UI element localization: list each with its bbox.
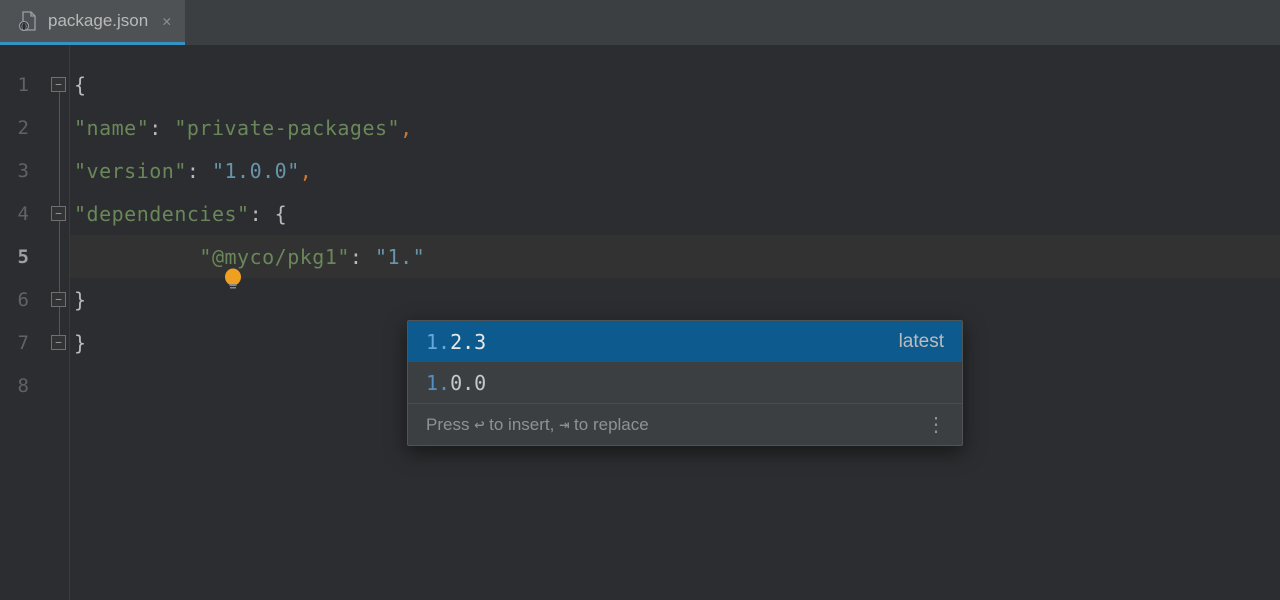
fold-toggle-icon[interactable]: − [51,206,66,221]
more-options-icon[interactable]: ⋮ [926,412,944,437]
code-line[interactable]: } [70,278,1280,321]
line-number[interactable]: 3 [0,149,47,192]
line-number[interactable]: 8 [0,364,47,407]
enter-key-icon: ↩ [474,415,484,435]
autocomplete-item[interactable]: 1.2.3 latest [408,321,962,362]
code-line[interactable]: "version": "1.0.0", [70,149,1280,192]
lightbulb-icon[interactable] [122,243,144,271]
line-number[interactable]: 2 [0,106,47,149]
code-line[interactable]: "dependencies": { [70,192,1280,235]
fold-toggle-icon[interactable]: − [51,77,66,92]
tab-bar: {} package.json ✕ [0,0,1280,45]
tab-package-json[interactable]: {} package.json ✕ [0,0,185,45]
code-line[interactable]: "name": "private-packages", [70,106,1280,149]
fold-toggle-icon[interactable]: − [51,292,66,307]
fold-toggle-icon[interactable]: − [51,335,66,350]
fold-gutter: − − − − [48,45,70,600]
editor-area: 1 2 3 4 5 6 7 8 − − − − { "name": "p [0,45,1280,600]
line-number-gutter: 1 2 3 4 5 6 7 8 [0,45,48,600]
svg-text:{}: {} [20,23,28,31]
code-line[interactable]: { [70,63,1280,106]
line-number[interactable]: 1 [0,63,47,106]
autocomplete-hint: Press ↩ to insert, ⇥ to replace ⋮ [408,403,962,445]
line-number[interactable]: 4 [0,192,47,235]
tab-label: package.json [48,11,148,31]
tab-key-icon: ⇥ [559,415,569,435]
close-icon[interactable]: ✕ [162,12,171,30]
line-number[interactable]: 5 [0,235,47,278]
json-file-icon: {} [18,11,38,31]
line-number[interactable]: 7 [0,321,47,364]
line-number[interactable]: 6 [0,278,47,321]
autocomplete-item[interactable]: 1.0.0 [408,362,962,403]
autocomplete-tag: latest [899,331,944,353]
code-line-active[interactable]: "@myco/pkg1": "1." [70,235,1280,278]
autocomplete-popup: 1.2.3 latest 1.0.0 Press ↩ to insert, ⇥ … [407,320,963,446]
